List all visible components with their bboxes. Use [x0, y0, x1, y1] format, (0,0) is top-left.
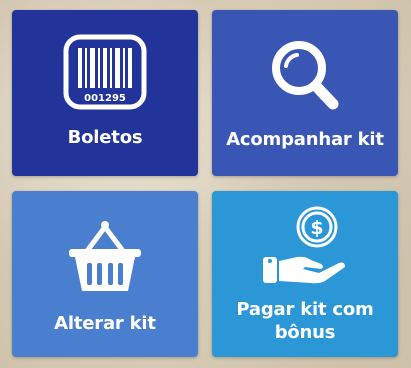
pagar-kit-label-line2: bônus — [274, 322, 336, 343]
pagar-kit-bonus-label: Pagar kit com bônus — [212, 298, 398, 344]
alterar-kit-button[interactable]: Alterar kit — [12, 191, 198, 357]
barcode-number: 001295 — [84, 93, 126, 104]
alterar-kit-label: Alterar kit — [54, 313, 156, 334]
acompanhar-kit-button[interactable]: Acompanhar kit — [212, 10, 398, 176]
dollar-symbol: $ — [310, 217, 323, 239]
pagar-kit-bonus-button[interactable]: $ Pagar kit com bônus — [212, 191, 398, 357]
acompanhar-kit-label: Acompanhar kit — [226, 129, 384, 150]
search-icon — [212, 36, 398, 116]
pagar-kit-label-line1: Pagar kit com — [236, 299, 374, 320]
hand-dollar-icon: $ — [212, 205, 398, 289]
boletos-button[interactable]: 001295 Boletos — [12, 10, 198, 176]
basket-icon — [12, 217, 198, 295]
barcode-icon: 001295 — [12, 34, 198, 110]
boletos-label: Boletos — [67, 127, 143, 148]
